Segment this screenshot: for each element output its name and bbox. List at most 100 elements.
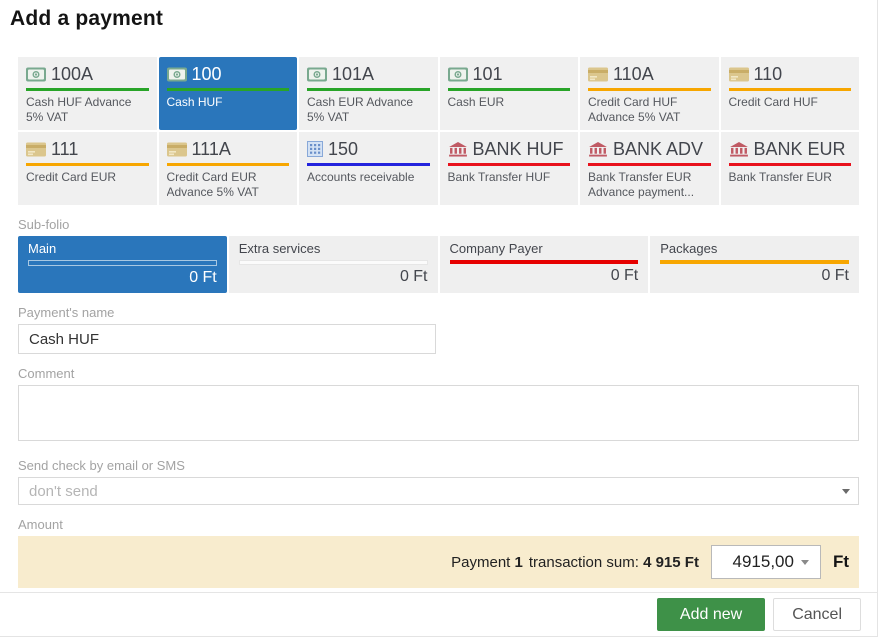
- subfolio-tab-extra-services[interactable]: Extra services 0 Ft: [229, 236, 438, 293]
- credit-card-icon: [729, 67, 749, 82]
- payment-method-description: Cash EUR Advance 5% VAT: [307, 95, 430, 125]
- amount-banner: Payment 1transaction sum: 4 915 Ft Ft: [18, 536, 859, 588]
- payment-method-100-selected[interactable]: 100 Cash HUF: [159, 57, 298, 130]
- accent-underline: [448, 88, 571, 91]
- accent-underline: [26, 88, 149, 91]
- accent-underline: [729, 163, 852, 166]
- payment-method-bank-adv[interactable]: BANK ADV Bank Transfer EUR Advance payme…: [580, 132, 719, 205]
- payment-method-code: 110A: [613, 64, 654, 85]
- payment-method-111[interactable]: 111 Credit Card EUR: [18, 132, 157, 205]
- send-check-label: Send check by email or SMS: [18, 458, 859, 473]
- building-icon: [307, 141, 323, 157]
- amount-input[interactable]: [712, 552, 796, 572]
- send-check-select[interactable]: don't send: [18, 477, 859, 505]
- page-title: Add a payment: [0, 0, 877, 31]
- payment-method-100a[interactable]: 100A Cash HUF Advance 5% VAT: [18, 57, 157, 130]
- payment-method-description: Credit Card EUR: [26, 170, 149, 185]
- bank-icon: [729, 142, 749, 157]
- accent-underline: [588, 88, 711, 91]
- cash-icon: [448, 67, 468, 82]
- add-new-button[interactable]: Add new: [657, 598, 765, 631]
- subfolio-bar: [660, 260, 849, 264]
- payment-method-code: BANK HUF: [473, 139, 564, 160]
- subfolio-bar: [239, 260, 428, 265]
- credit-card-icon: [167, 142, 187, 157]
- payment-method-description: Cash EUR: [448, 95, 571, 110]
- subfolio-amount: 0 Ft: [28, 269, 217, 287]
- accent-underline: [448, 163, 571, 166]
- accent-underline: [167, 163, 290, 166]
- bank-icon: [588, 142, 608, 157]
- payment-method-description: Credit Card HUF: [729, 95, 852, 110]
- subfolio-amount: 0 Ft: [660, 267, 849, 285]
- cancel-button[interactable]: Cancel: [773, 598, 861, 631]
- cash-icon: [307, 67, 327, 82]
- amount-label: Amount: [18, 517, 859, 532]
- subfolio-tab-main[interactable]: Main 0 Ft: [18, 236, 227, 293]
- payment-method-description: Credit Card HUF Advance 5% VAT: [588, 95, 711, 125]
- payment-method-description: Accounts receivable: [307, 170, 430, 185]
- sum-label: transaction sum:: [529, 554, 639, 571]
- comment-textarea[interactable]: [18, 385, 859, 441]
- payment-method-code: 100A: [51, 64, 93, 85]
- payment-method-bank-huf[interactable]: BANK HUF Bank Transfer HUF: [440, 132, 579, 205]
- payment-method-code: 101: [473, 64, 503, 85]
- subfolio-name: Company Payer: [450, 241, 639, 256]
- payment-method-description: Bank Transfer EUR Advance payment...: [588, 170, 711, 200]
- comment-label: Comment: [18, 366, 859, 381]
- payment-word: Payment: [451, 554, 510, 571]
- accent-underline: [729, 88, 852, 91]
- amount-input-group: [711, 545, 821, 579]
- subfolio-name: Packages: [660, 241, 849, 256]
- payment-method-code: 101A: [332, 64, 374, 85]
- subfolio-tab-company-payer[interactable]: Company Payer 0 Ft: [440, 236, 649, 293]
- payment-method-description: Bank Transfer HUF: [448, 170, 571, 185]
- accent-underline: [307, 88, 430, 91]
- payment-method-code: 100: [192, 64, 222, 85]
- payment-method-grid: 100A Cash HUF Advance 5% VAT 100 Cash HU…: [18, 57, 859, 205]
- cash-icon: [26, 67, 46, 82]
- payment-method-code: 150: [328, 139, 358, 160]
- bank-icon: [448, 142, 468, 157]
- amount-spinner[interactable]: [796, 560, 814, 565]
- subfolio-tab-packages[interactable]: Packages 0 Ft: [650, 236, 859, 293]
- dialog-footer: Add new Cancel: [0, 592, 877, 636]
- payment-name-input[interactable]: [18, 324, 436, 354]
- cash-icon: [167, 67, 187, 82]
- subfolio-name: Extra services: [239, 241, 428, 256]
- subfolio-grid: Main 0 Ft Extra services 0 Ft Company Pa…: [18, 236, 859, 293]
- sum-value: 4 915 Ft: [643, 554, 699, 571]
- accent-underline: [26, 163, 149, 166]
- payment-method-101[interactable]: 101 Cash EUR: [440, 57, 579, 130]
- subfolio-name: Main: [28, 241, 217, 256]
- payment-method-110[interactable]: 110 Credit Card HUF: [721, 57, 860, 130]
- credit-card-icon: [588, 67, 608, 82]
- payment-method-code: BANK ADV: [613, 139, 703, 160]
- chevron-down-icon: [801, 560, 809, 565]
- add-payment-dialog: Add a payment 100A Cash HUF Advance 5% V…: [0, 0, 878, 637]
- transaction-sum-text: Payment 1transaction sum: 4 915 Ft: [451, 554, 699, 571]
- payment-method-code: BANK EUR: [754, 139, 846, 160]
- accent-underline: [307, 163, 430, 166]
- subfolio-label: Sub-folio: [18, 217, 859, 232]
- subfolio-amount: 0 Ft: [450, 267, 639, 285]
- payment-method-101a[interactable]: 101A Cash EUR Advance 5% VAT: [299, 57, 438, 130]
- payment-method-description: Credit Card EUR Advance 5% VAT: [167, 170, 290, 200]
- payment-method-description: Cash HUF Advance 5% VAT: [26, 95, 149, 125]
- payment-method-111a[interactable]: 111A Credit Card EUR Advance 5% VAT: [159, 132, 298, 205]
- payment-name-label: Payment's name: [18, 305, 859, 320]
- payment-method-code: 111A: [192, 139, 231, 160]
- payment-method-110a[interactable]: 110A Credit Card HUF Advance 5% VAT: [580, 57, 719, 130]
- subfolio-bar: [450, 260, 639, 264]
- currency-label: Ft: [833, 552, 849, 572]
- accent-underline: [588, 163, 711, 166]
- payment-method-description: Cash HUF: [167, 95, 290, 110]
- subfolio-bar: [28, 260, 217, 266]
- payment-method-bank-eur[interactable]: BANK EUR Bank Transfer EUR: [721, 132, 860, 205]
- credit-card-icon: [26, 142, 46, 157]
- payment-method-code: 110: [754, 64, 783, 85]
- accent-underline: [167, 88, 290, 91]
- payment-method-150[interactable]: 150 Accounts receivable: [299, 132, 438, 205]
- payment-method-code: 111: [51, 139, 78, 160]
- payment-method-description: Bank Transfer EUR: [729, 170, 852, 185]
